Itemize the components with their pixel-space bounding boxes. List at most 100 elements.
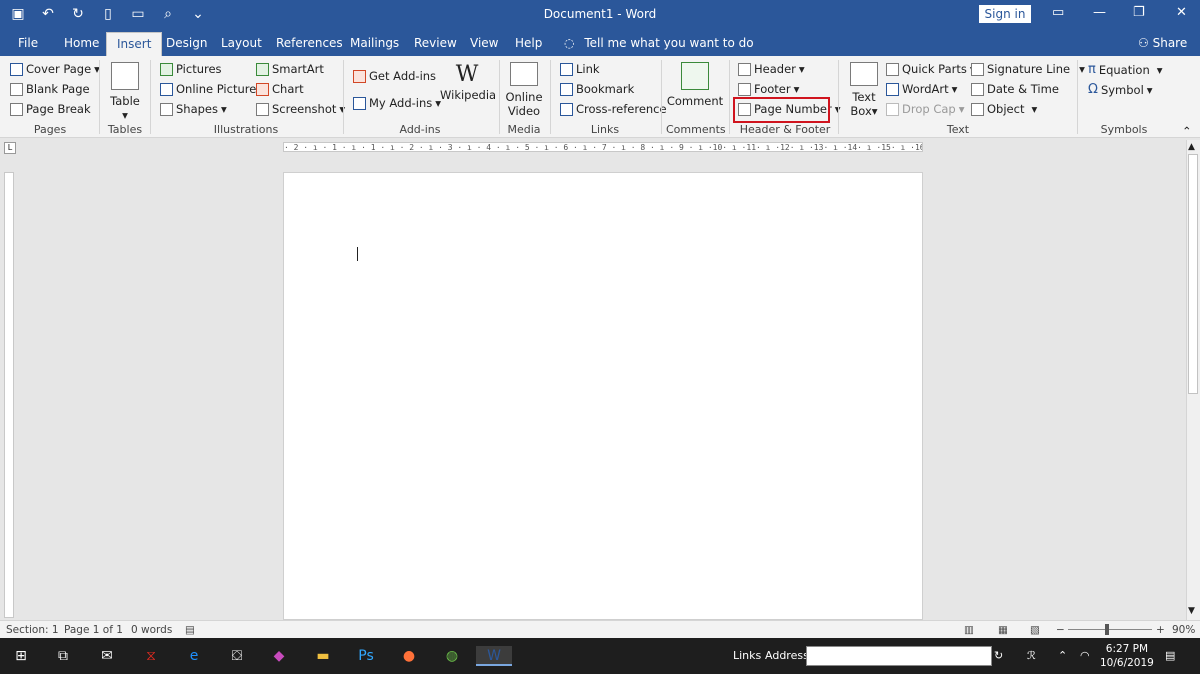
smartart-button[interactable]: SmartArt [256, 62, 324, 76]
vertical-ruler[interactable] [4, 172, 14, 618]
table-icon [111, 62, 139, 90]
photoshop-icon[interactable]: Ps [355, 646, 377, 666]
bookmark-icon [560, 82, 573, 96]
tab-review[interactable]: Review [414, 36, 457, 50]
object-button[interactable]: Object ▾ [971, 102, 1037, 116]
screenshot-button[interactable]: Screenshot▾ [256, 102, 345, 116]
notifications-icon[interactable]: ▤ [1165, 649, 1175, 662]
tab-file[interactable]: File [18, 36, 38, 50]
separator [550, 60, 551, 134]
blank-page-button[interactable]: Blank Page [10, 82, 90, 96]
table-button[interactable]: Table ▾ [106, 62, 144, 122]
proofing-icon[interactable]: ▤ [185, 624, 195, 636]
quick-parts-icon [886, 62, 899, 76]
share-button[interactable]: ⚇ Share [1138, 36, 1187, 50]
tray-chevron-icon[interactable]: ⌃ [1058, 649, 1067, 662]
online-pictures-icon [160, 82, 173, 96]
sign-in-button[interactable]: Sign in [979, 5, 1031, 23]
tab-mailings[interactable]: Mailings [350, 36, 399, 50]
signature-line-button[interactable]: Signature Line ▾ [971, 62, 1085, 76]
tab-insert[interactable]: Insert [106, 32, 163, 56]
drop-cap-button[interactable]: Drop Cap ▾ [886, 102, 964, 116]
clock-time: 6:27 PM [1105, 643, 1149, 655]
separator [499, 60, 500, 134]
zoom-level[interactable]: 90% [1172, 624, 1195, 636]
tab-view[interactable]: View [470, 36, 498, 50]
tab-selector[interactable]: L [4, 142, 16, 154]
minimize-icon[interactable]: — [1093, 5, 1106, 20]
close-icon[interactable]: ✕ [1176, 5, 1187, 20]
page-indicator[interactable]: Page 1 of 1 [64, 624, 123, 636]
cover-page-button[interactable]: Cover Page ▾ [10, 62, 100, 76]
file-explorer-icon[interactable]: ▬ [312, 646, 334, 666]
collapse-ribbon-icon[interactable]: ⌃ [1182, 124, 1192, 138]
smartart-icon [256, 62, 269, 76]
scroll-up-icon[interactable]: ▲ [1188, 142, 1195, 152]
comment-button[interactable]: Comment [666, 62, 724, 108]
wikipedia-button[interactable]: W Wikipedia [440, 62, 496, 102]
bookmark-button[interactable]: Bookmark [560, 82, 634, 96]
get-addins-button[interactable]: Get Add-ins [353, 69, 436, 83]
tell-me-text: Tell me what you want to do [584, 36, 754, 50]
tab-references[interactable]: References [276, 36, 343, 50]
text-box-button[interactable]: Text Box▾ [845, 62, 883, 118]
cross-reference-button[interactable]: Cross-reference [560, 102, 667, 116]
zoom-in-icon[interactable]: + [1156, 624, 1165, 636]
date-time-button[interactable]: Date & Time [971, 82, 1059, 96]
word-taskbar-icon[interactable]: W [476, 646, 512, 666]
horizontal-ruler[interactable]: · 2 · ı · 1 · ı · 1 · ı · 2 · ı · 3 · ı … [283, 142, 923, 152]
zoom-slider[interactable] [1068, 629, 1152, 630]
clock[interactable]: 6:27 PM 10/6/2019 [1100, 642, 1154, 670]
document-page[interactable] [283, 172, 923, 620]
ribbon-display-icon[interactable]: ▭ [1052, 5, 1064, 20]
firefox-icon[interactable]: ● [398, 646, 420, 666]
acrobat-icon[interactable]: ⧖ [140, 646, 162, 666]
footer-button[interactable]: Footer ▾ [738, 82, 799, 96]
tab-design[interactable]: Design [166, 36, 207, 50]
shapes-button[interactable]: Shapes ▾ [160, 102, 227, 116]
link-button[interactable]: Link [560, 62, 600, 76]
tab-home[interactable]: Home [64, 36, 99, 50]
header-button[interactable]: Header ▾ [738, 62, 805, 76]
restore-icon[interactable]: ❐ [1133, 5, 1145, 20]
tab-help[interactable]: Help [515, 36, 542, 50]
quick-parts-button[interactable]: Quick Parts▾ [886, 62, 976, 76]
online-pictures-button[interactable]: Online Pictures [160, 82, 262, 96]
my-addins-button[interactable]: My Add-ins ▾ [353, 96, 441, 110]
tell-me-box[interactable]: ◌ Tell me what you want to do [564, 36, 754, 50]
edge-icon[interactable]: e [183, 646, 205, 666]
tab-layout[interactable]: Layout [221, 36, 262, 50]
zoom-slider-knob[interactable] [1105, 624, 1109, 635]
task-view-icon[interactable]: ⧉ [52, 646, 74, 666]
web-layout-icon[interactable]: ▧ [1030, 624, 1040, 636]
mail-icon[interactable]: ✉ [96, 646, 118, 666]
people-icon[interactable]: ℛ [1027, 649, 1036, 662]
word-count[interactable]: 0 words [131, 624, 172, 636]
taskbar: ⊞ ⧉ ✉ ⧖ e ⛋ ◆ ▬ Ps ● ◍ W Links Address ↻… [0, 638, 1200, 674]
zoom-out-icon[interactable]: − [1056, 624, 1065, 636]
symbol-button[interactable]: Ω Symbol ▾ [1088, 82, 1153, 97]
online-video-button[interactable]: Online Video [504, 62, 544, 118]
read-mode-icon[interactable]: ▥ [964, 624, 974, 636]
header-icon [738, 62, 751, 76]
page-break-button[interactable]: Page Break [10, 102, 91, 116]
section-indicator[interactable]: Section: 1 [6, 624, 59, 636]
equation-button[interactable]: π Equation ▾ [1088, 62, 1163, 77]
pdf-app-icon[interactable]: ◆ [268, 646, 290, 666]
pictures-button[interactable]: Pictures [160, 62, 222, 76]
scrollbar-thumb[interactable] [1188, 154, 1198, 394]
lightbulb-icon: ◌ [564, 36, 575, 50]
green-app-icon[interactable]: ◍ [441, 646, 463, 666]
windows-start-icon[interactable]: ⊞ [10, 646, 32, 666]
wifi-icon[interactable]: ◠ [1080, 649, 1090, 662]
print-layout-icon[interactable]: ▦ [998, 624, 1008, 636]
address-input[interactable] [806, 646, 992, 666]
scroll-down-icon[interactable]: ▼ [1188, 606, 1195, 616]
links-toolbar[interactable]: Links [733, 649, 761, 662]
wordart-button[interactable]: WordArt ▾ [886, 82, 957, 96]
chart-button[interactable]: Chart [256, 82, 304, 96]
refresh-icon[interactable]: ↻ [994, 649, 1003, 662]
store-taskbar-icon[interactable]: ⛋ [226, 646, 248, 666]
pictures-icon [160, 62, 173, 76]
wikipedia-icon: W [455, 62, 479, 87]
